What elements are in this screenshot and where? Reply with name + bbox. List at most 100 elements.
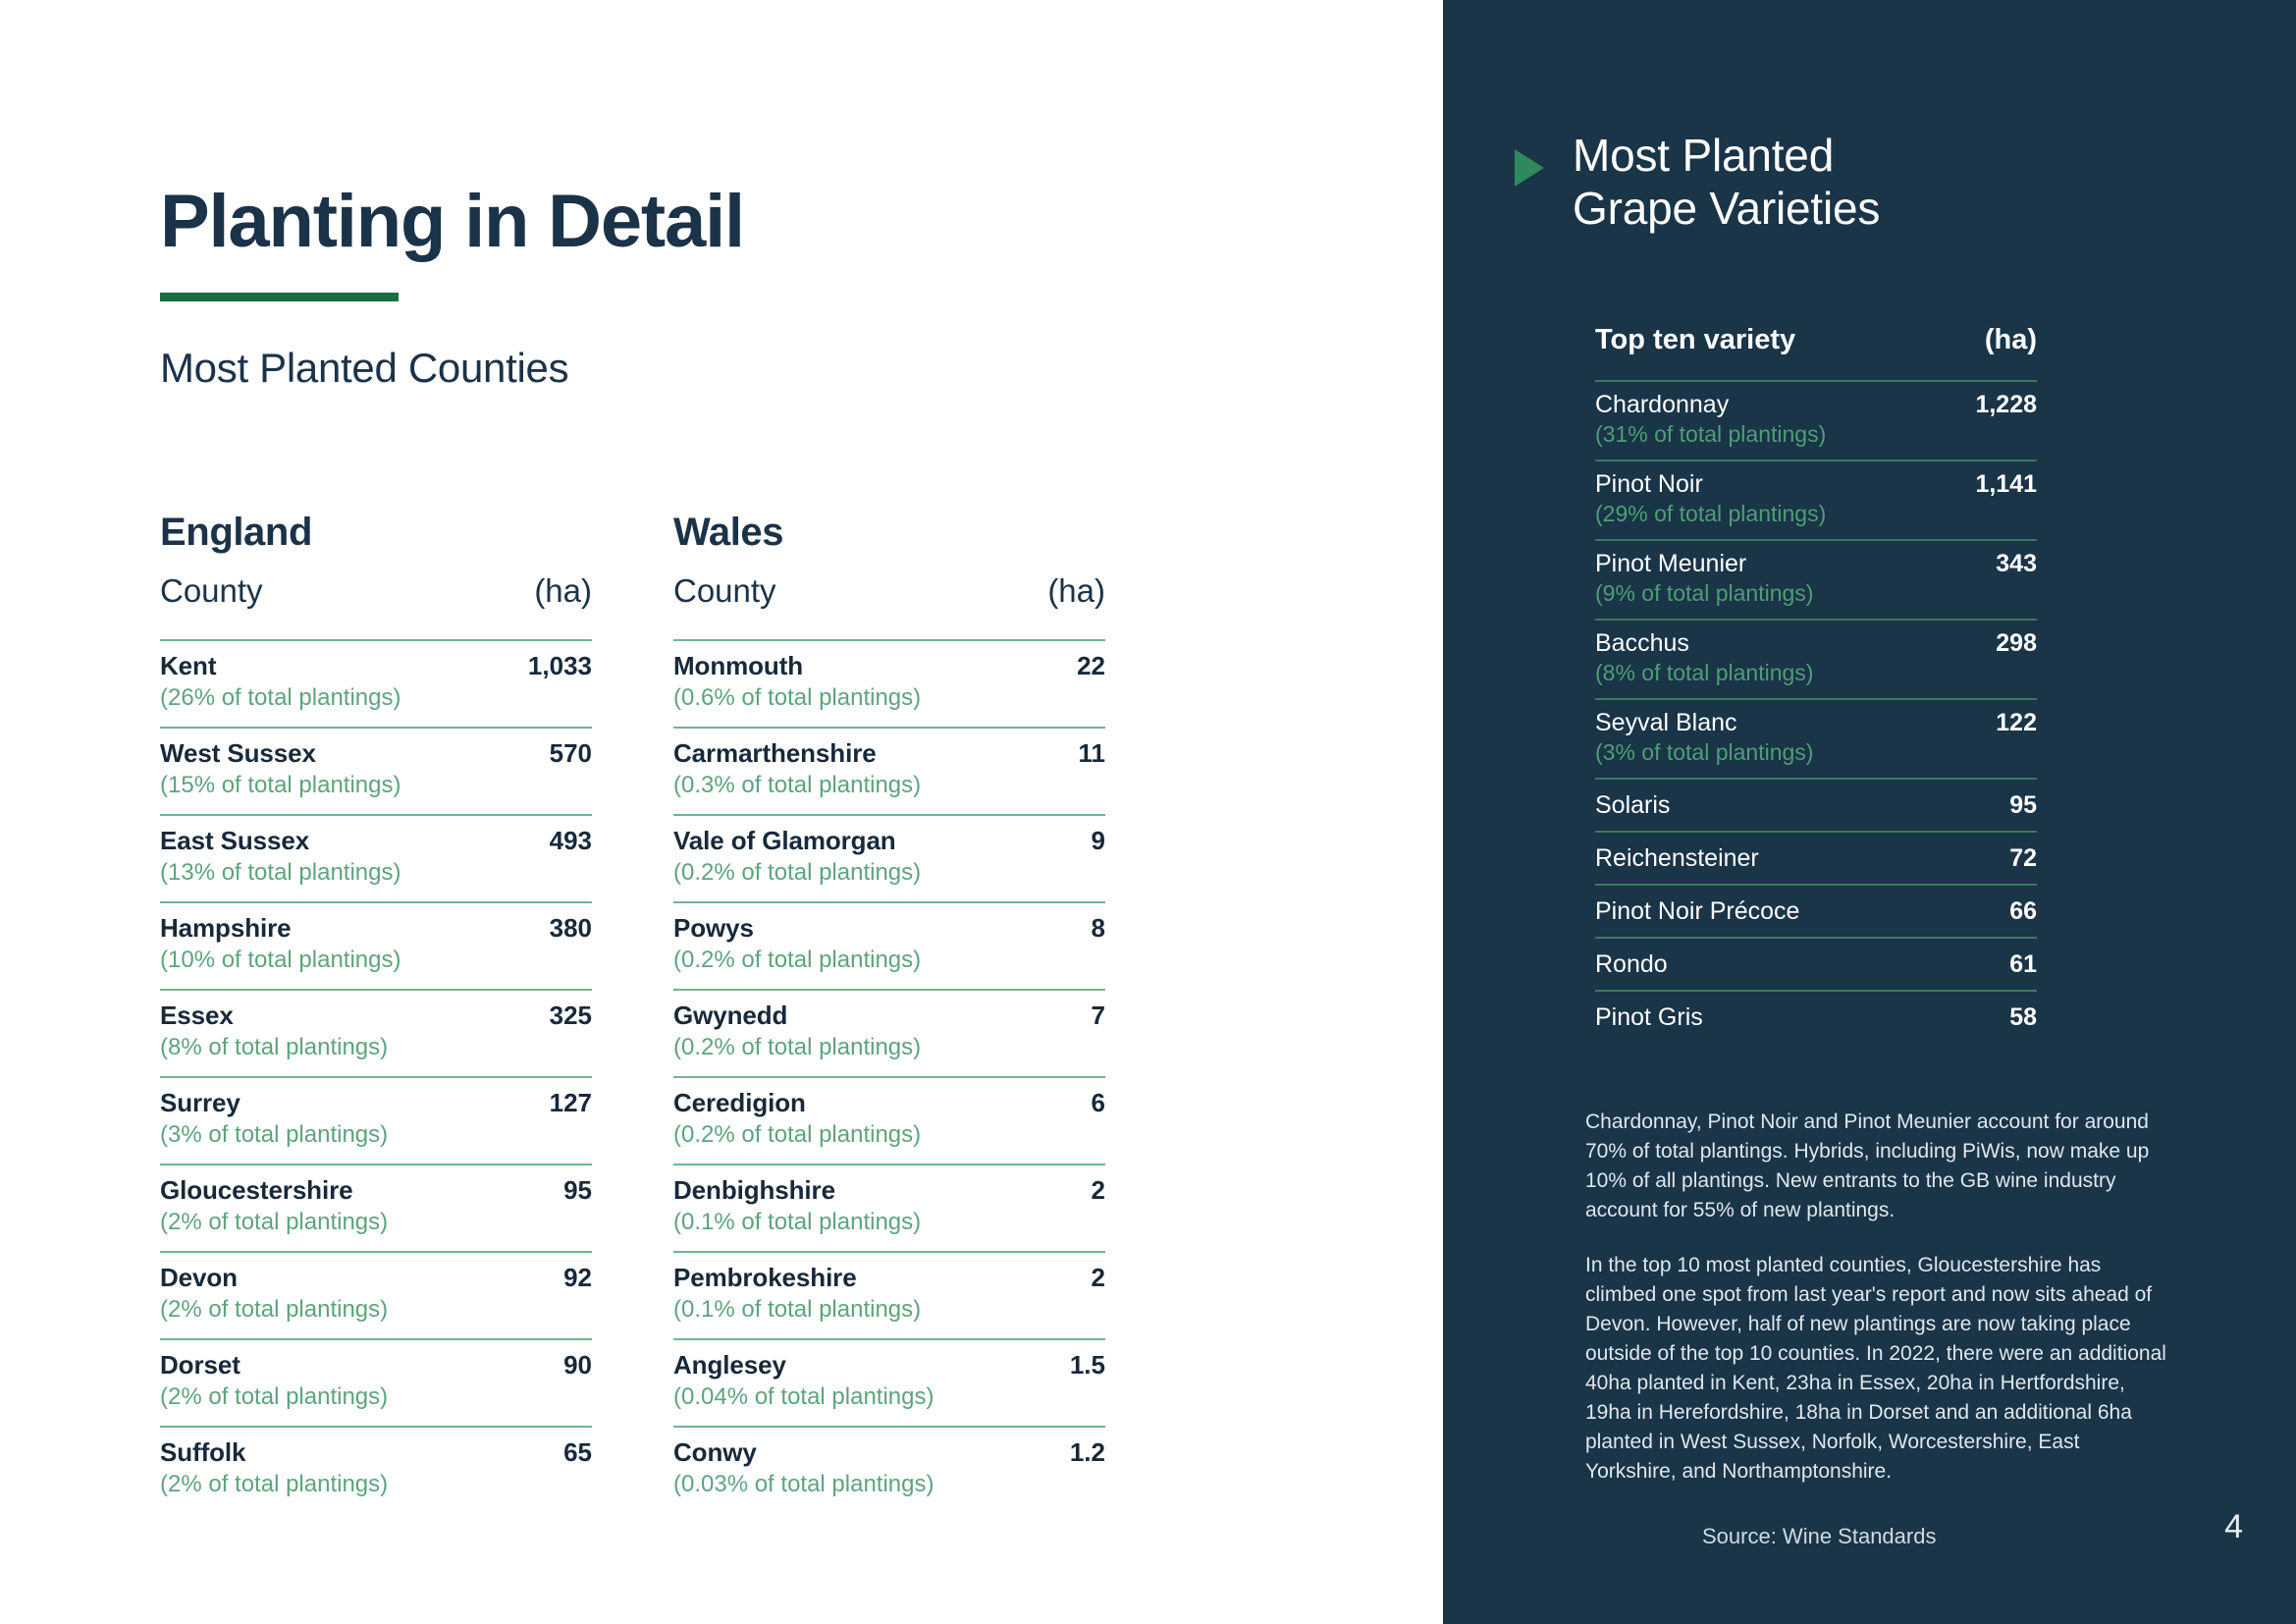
table-row: Devon 92 (2% of total plantings): [160, 1251, 592, 1338]
table-row: Gwynedd 7 (0.2% of total plantings): [673, 989, 1105, 1076]
row-share-note: (0.2% of total plantings): [673, 947, 922, 973]
table-row: East Sussex 493 (13% of total plantings): [160, 814, 592, 901]
column-header-hectares: (ha): [1984, 324, 2037, 355]
row-hectares: 1.2: [1069, 1437, 1105, 1467]
row-county-name: Gloucestershire: [160, 1175, 353, 1205]
table-row: Rondo 61: [1595, 937, 2037, 990]
table-row: Solaris 95: [1595, 778, 2037, 831]
table-row: Conwy 1.2 (0.03% of total plantings): [673, 1426, 1105, 1513]
table-row: Pinot Meunier 343 (9% of total plantings…: [1595, 539, 2037, 619]
varieties-table-header: Top ten variety (ha): [1595, 324, 2037, 380]
row-hectares: 8: [1091, 913, 1105, 943]
row-hectares: 90: [563, 1350, 592, 1380]
table-row: Pinot Noir 1,141 (29% of total plantings…: [1595, 460, 2037, 539]
table-row: Chardonnay 1,228 (31% of total plantings…: [1595, 380, 2037, 460]
table-row: Powys 8 (0.2% of total plantings): [673, 901, 1105, 989]
table-row: West Sussex 570 (15% of total plantings): [160, 727, 592, 814]
row-hectares: 9: [1091, 826, 1105, 855]
row-hectares: 61: [2009, 950, 2037, 978]
row-hectares: 66: [2009, 897, 2037, 925]
table-row: Carmarthenshire 11 (0.3% of total planti…: [673, 727, 1105, 814]
table-row: Kent 1,033 (26% of total plantings): [160, 639, 592, 727]
row-hectares: 493: [549, 826, 592, 855]
row-variety-name: Pinot Gris: [1595, 1003, 1703, 1031]
panel-title-line-2: Grape Varieties: [1573, 182, 1881, 234]
table-row: Suffolk 65 (2% of total plantings): [160, 1426, 592, 1513]
row-variety-name: Pinot Noir: [1595, 470, 1703, 498]
table-row: Vale of Glamorgan 9 (0.2% of total plant…: [673, 814, 1105, 901]
row-share-note: (31% of total plantings): [1595, 421, 1827, 447]
table-row: Dorset 90 (2% of total plantings): [160, 1338, 592, 1426]
row-variety-name: Pinot Noir Précoce: [1595, 897, 1800, 925]
row-share-note: (0.2% of total plantings): [673, 1034, 922, 1060]
panel-heading-block: Most Planted Grape Varieties: [1515, 130, 1880, 236]
row-hectares: 22: [1077, 651, 1105, 680]
panel-title: Most Planted Grape Varieties: [1573, 130, 1880, 236]
source-label: Source: Wine Standards: [1702, 1524, 1937, 1548]
column-header-variety: Top ten variety: [1595, 324, 1796, 355]
row-share-note: (8% of total plantings): [1595, 660, 1814, 685]
notes-block: Chardonnay, Pinot Noir and Pinot Meunier…: [1585, 1108, 2174, 1487]
row-hectares: 95: [563, 1175, 592, 1205]
row-county-name: Essex: [160, 1001, 234, 1030]
row-county-name: Ceredigion: [673, 1088, 806, 1117]
page-subtitle: Most Planted Counties: [160, 344, 569, 391]
row-hectares: 95: [2009, 791, 2037, 819]
row-hectares: 325: [549, 1001, 592, 1030]
wales-heading: Wales: [673, 511, 784, 554]
row-county-name: Dorset: [160, 1350, 240, 1380]
table-row: Denbighshire 2 (0.1% of total plantings): [673, 1164, 1105, 1251]
row-share-note: (2% of total plantings): [160, 1383, 389, 1410]
panel-title-line-1: Most Planted: [1573, 130, 1835, 181]
row-county-name: West Sussex: [160, 738, 316, 768]
row-county-name: Kent: [160, 651, 217, 680]
row-variety-name: Bacchus: [1595, 629, 1689, 657]
table-row: Seyval Blanc 122 (3% of total plantings): [1595, 698, 2037, 778]
row-county-name: Anglesey: [673, 1350, 786, 1380]
row-variety-name: Pinot Meunier: [1595, 550, 1747, 577]
row-hectares: 570: [549, 738, 592, 768]
table-row: Gloucestershire 95 (2% of total planting…: [160, 1164, 592, 1251]
page-title: Planting in Detail: [160, 180, 745, 263]
row-share-note: (2% of total plantings): [160, 1471, 389, 1497]
row-variety-name: Chardonnay: [1595, 391, 1730, 418]
row-county-name: Vale of Glamorgan: [673, 826, 896, 855]
row-hectares: 65: [563, 1437, 592, 1467]
row-hectares: 1.5: [1069, 1350, 1105, 1380]
row-share-note: (0.2% of total plantings): [673, 1121, 922, 1148]
row-county-name: Suffolk: [160, 1437, 246, 1467]
table-row: Surrey 127 (3% of total plantings): [160, 1076, 592, 1164]
table-row: Pinot Noir Précoce 66: [1595, 884, 2037, 937]
row-hectares: 6: [1091, 1088, 1105, 1117]
row-share-note: (0.1% of total plantings): [673, 1296, 922, 1323]
row-share-note: (13% of total plantings): [160, 859, 401, 886]
row-share-note: (0.3% of total plantings): [673, 772, 922, 798]
counties-tables-row: England County (ha) Kent 1,033 (26% of t…: [160, 511, 1105, 1513]
row-variety-name: Solaris: [1595, 791, 1671, 819]
england-heading: England: [160, 511, 312, 554]
table-row: Hampshire 380 (10% of total plantings): [160, 901, 592, 989]
row-county-name: Devon: [160, 1263, 238, 1292]
column-header-county: County: [673, 572, 776, 609]
row-hectares: 11: [1078, 738, 1106, 768]
table-row: Monmouth 22 (0.6% of total plantings): [673, 639, 1105, 727]
row-share-note: (26% of total plantings): [160, 684, 401, 711]
page-number: 4: [2224, 1508, 2243, 1545]
row-county-name: Surrey: [160, 1088, 240, 1117]
row-hectares: 343: [1996, 550, 2037, 577]
table-row: Anglesey 1.5 (0.04% of total plantings): [673, 1338, 1105, 1426]
row-share-note: (0.2% of total plantings): [673, 859, 922, 886]
right-sidebar-pane: Most Planted Grape Varieties Top ten var…: [1443, 0, 2296, 1624]
row-county-name: Hampshire: [160, 913, 292, 943]
row-hectares: 72: [2009, 844, 2037, 872]
row-hectares: 380: [549, 913, 592, 943]
row-share-note: (3% of total plantings): [1595, 739, 1814, 765]
row-hectares: 127: [549, 1088, 592, 1117]
row-county-name: Monmouth: [673, 651, 804, 680]
table-row: Reichensteiner 72: [1595, 831, 2037, 884]
row-share-note: (2% of total plantings): [160, 1209, 389, 1235]
row-variety-name: Seyval Blanc: [1595, 709, 1737, 736]
row-hectares: 298: [1996, 629, 2037, 657]
title-block: Planting in Detail Most Planted Counties: [160, 180, 745, 392]
title-underline-rule: [160, 292, 399, 301]
